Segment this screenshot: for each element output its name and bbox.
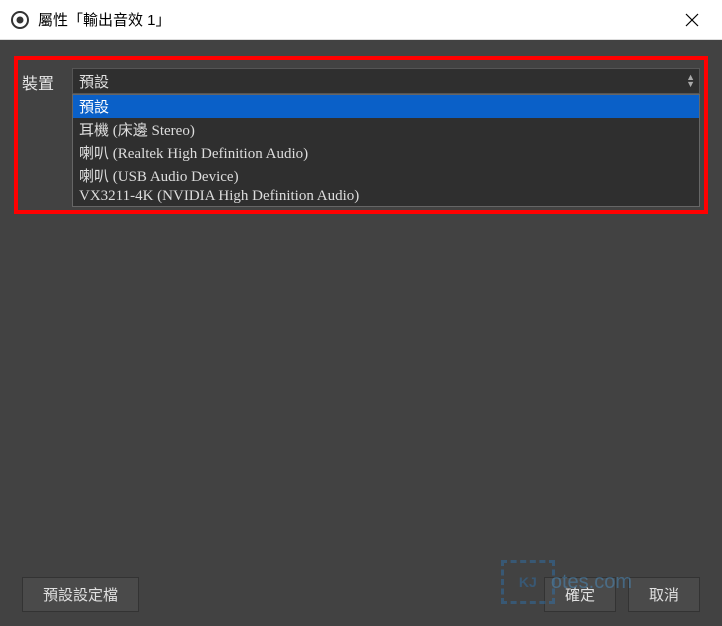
device-option[interactable]: 耳機 (床邊 Stereo) <box>73 118 699 141</box>
cancel-button[interactable]: 取消 <box>628 577 700 612</box>
device-option[interactable]: 預設 <box>73 95 699 118</box>
device-dropdown: 預設 耳機 (床邊 Stereo) 喇叭 (Realtek High Defin… <box>72 94 700 207</box>
device-select[interactable]: 預設 ▲▼ <box>72 68 700 94</box>
device-option[interactable]: 喇叭 (USB Audio Device) <box>73 164 699 187</box>
device-label: 裝置 <box>22 68 72 94</box>
properties-panel: 裝置 預設 ▲▼ 預設 耳機 (床邊 Stereo) 喇叭 (Realtek H… <box>0 40 722 235</box>
device-field: 預設 ▲▼ 預設 耳機 (床邊 Stereo) 喇叭 (Realtek High… <box>72 68 700 207</box>
app-icon <box>10 10 30 30</box>
ok-button[interactable]: 確定 <box>544 577 616 612</box>
device-row: 裝置 預設 ▲▼ 預設 耳機 (床邊 Stereo) 喇叭 (Realtek H… <box>22 68 700 207</box>
close-button[interactable] <box>672 0 712 40</box>
device-option[interactable]: VX3211-4K (NVIDIA High Definition Audio) <box>73 187 699 206</box>
select-arrows-icon: ▲▼ <box>686 74 695 88</box>
device-select-value: 預設 <box>79 71 109 92</box>
content-area: 裝置 預設 ▲▼ 預設 耳機 (床邊 Stereo) 喇叭 (Realtek H… <box>0 40 722 626</box>
footer: 預設設定檔 確定 取消 <box>22 577 700 612</box>
titlebar: 屬性「輸出音效 1」 <box>0 0 722 40</box>
preset-button[interactable]: 預設設定檔 <box>22 577 139 612</box>
window-title: 屬性「輸出音效 1」 <box>38 9 672 30</box>
device-option[interactable]: 喇叭 (Realtek High Definition Audio) <box>73 141 699 164</box>
